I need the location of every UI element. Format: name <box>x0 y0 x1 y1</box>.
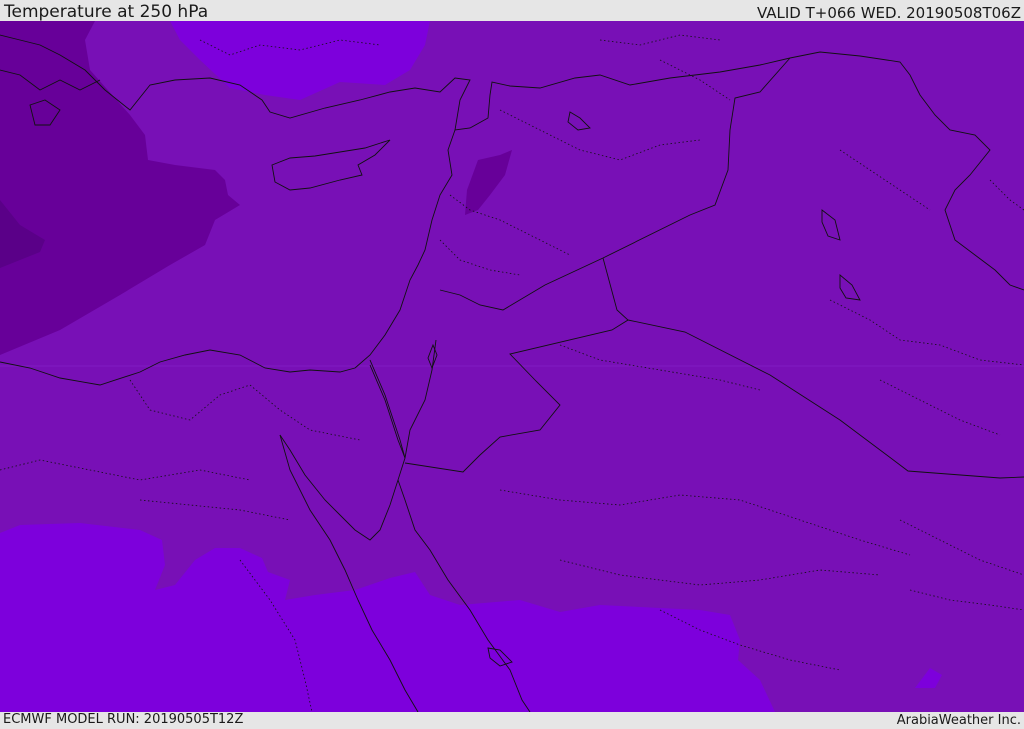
map-canvas <box>0 21 1024 712</box>
header-bar: Temperature at 250 hPa VALID T+066 WED. … <box>0 0 1024 22</box>
valid-time: VALID T+066 WED. 20190508T06Z <box>756 4 1021 22</box>
footer-bar: ECMWF MODEL RUN: 20190505T12Z ArabiaWeat… <box>0 712 1024 729</box>
map-panel <box>0 21 1024 712</box>
credit-label: ArabiaWeather Inc. <box>896 713 1021 728</box>
map-title: Temperature at 250 hPa <box>4 2 209 22</box>
weather-map-frame: Temperature at 250 hPa VALID T+066 WED. … <box>0 0 1024 729</box>
model-run-label: ECMWF MODEL RUN: 20190505T12Z <box>3 712 244 727</box>
